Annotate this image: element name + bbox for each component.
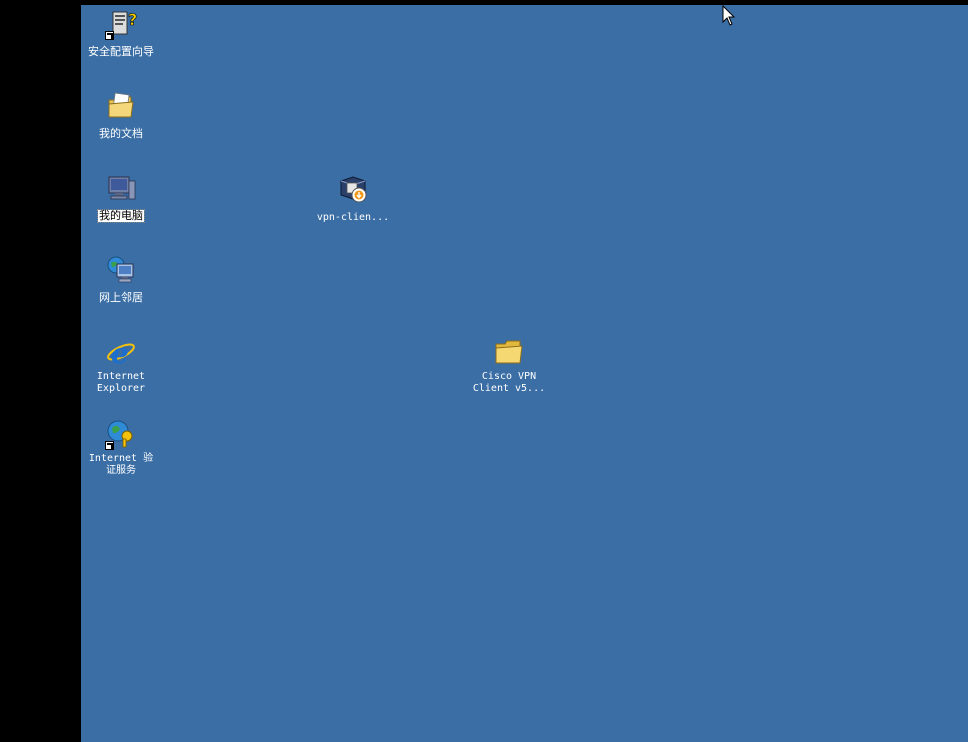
internet-explorer-icon: e [105,336,137,368]
desktop-icon-vpn-client-installer[interactable]: vpn-clien... [313,173,393,224]
folder-icon [493,336,525,368]
icon-label: 我的电脑 [97,209,145,223]
installer-package-icon [337,173,369,205]
icon-label: Internet Explorer [96,371,146,394]
computer-icon [105,172,137,204]
desktop-icon-internet-explorer[interactable]: e Internet Explorer [81,336,161,395]
desktop[interactable]: ? 安全配置向导 我的文档 我的电脑 网上邻居 e Internet Explo… [81,4,968,742]
documents-folder-icon [105,90,137,122]
icon-label: 网上邻居 [99,291,143,304]
desktop-icon-my-documents[interactable]: 我的文档 [81,90,161,141]
shortcut-arrow-icon [105,31,114,40]
certificate-services-icon [105,418,137,450]
icon-label: Cisco VPN Client v5... [472,371,546,394]
screen: ? 安全配置向导 我的文档 我的电脑 网上邻居 e Internet Explo… [0,0,968,742]
desktop-icon-cisco-vpn-folder[interactable]: Cisco VPN Client v5... [469,336,549,395]
icon-label: 我的文档 [99,127,143,140]
icon-label: vpn-clien... [316,212,390,223]
shortcut-arrow-icon [105,441,114,450]
icon-label: Internet 验 证服务 [88,453,154,476]
desktop-icon-network-places[interactable]: 网上邻居 [81,254,161,305]
security-wizard-icon: ? [105,8,137,40]
svg-text:e: e [111,337,129,368]
desktop-icon-certificate-services[interactable]: Internet 验 证服务 [81,418,161,477]
desktop-icon-security-wizard[interactable]: ? 安全配置向导 [81,8,161,59]
desktop-icon-my-computer[interactable]: 我的电脑 [81,172,161,223]
icon-label: 安全配置向导 [88,45,154,58]
network-icon [105,254,137,286]
mouse-pointer-icon [722,4,736,27]
svg-text:?: ? [128,10,137,29]
